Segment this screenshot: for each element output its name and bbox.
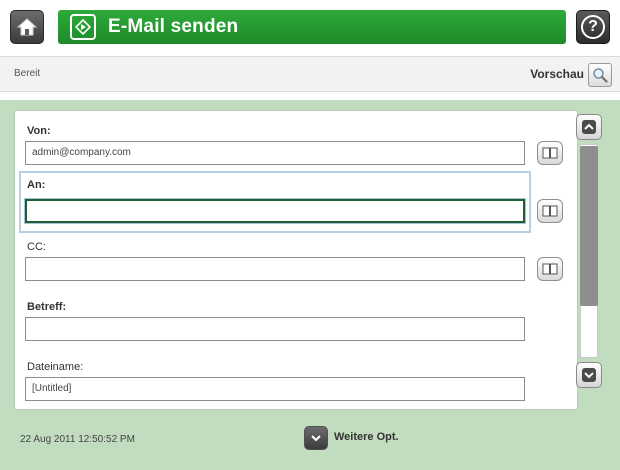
title-bar: E-Mail senden bbox=[58, 10, 566, 44]
from-address-book-button[interactable] bbox=[537, 141, 563, 165]
page-title: E-Mail senden bbox=[108, 16, 239, 37]
subject-field[interactable] bbox=[25, 317, 525, 341]
preview-button[interactable] bbox=[588, 63, 612, 87]
magnifier-icon bbox=[593, 68, 608, 83]
help-button[interactable]: ? bbox=[576, 10, 610, 44]
more-options-label: Weitere Opt. bbox=[334, 431, 399, 443]
scroll-down-button[interactable] bbox=[576, 362, 602, 388]
from-label: Von: bbox=[27, 125, 51, 137]
subject-label: Betreff: bbox=[27, 301, 67, 313]
cc-label: CC: bbox=[27, 241, 46, 253]
chevron-up-icon bbox=[582, 120, 596, 134]
timestamp: 22 Aug 2011 12:50:52 PM bbox=[20, 434, 135, 445]
chevron-down-icon bbox=[582, 368, 596, 382]
more-options-button[interactable] bbox=[304, 426, 328, 450]
to-label: An: bbox=[27, 179, 46, 191]
status-row: Bereit Vorschau bbox=[0, 56, 620, 92]
top-bar: E-Mail senden ? bbox=[0, 0, 620, 52]
to-address-book-button[interactable] bbox=[537, 199, 563, 223]
cc-field[interactable] bbox=[25, 257, 525, 281]
chevron-down-icon bbox=[311, 435, 321, 442]
status-text: Bereit bbox=[14, 68, 41, 79]
to-field[interactable] bbox=[25, 199, 525, 223]
scroll-thumb[interactable] bbox=[580, 146, 598, 306]
address-book-icon bbox=[542, 263, 558, 275]
email-send-icon bbox=[70, 14, 96, 40]
help-icon: ? bbox=[581, 15, 605, 39]
filename-label: Dateiname: bbox=[27, 361, 84, 373]
address-book-icon bbox=[542, 147, 558, 159]
home-button[interactable] bbox=[10, 10, 44, 44]
scroll-up-button[interactable] bbox=[576, 114, 602, 140]
from-field[interactable]: admin@company.com bbox=[25, 141, 525, 165]
email-form: Von: admin@company.com An: CC: Betreff: … bbox=[14, 110, 578, 410]
main-panel: Von: admin@company.com An: CC: Betreff: … bbox=[0, 100, 620, 470]
home-icon bbox=[16, 18, 38, 36]
filename-field[interactable]: [Untitled] bbox=[25, 377, 525, 401]
cc-address-book-button[interactable] bbox=[537, 257, 563, 281]
address-book-icon bbox=[542, 205, 558, 217]
preview-label: Vorschau bbox=[530, 67, 584, 81]
